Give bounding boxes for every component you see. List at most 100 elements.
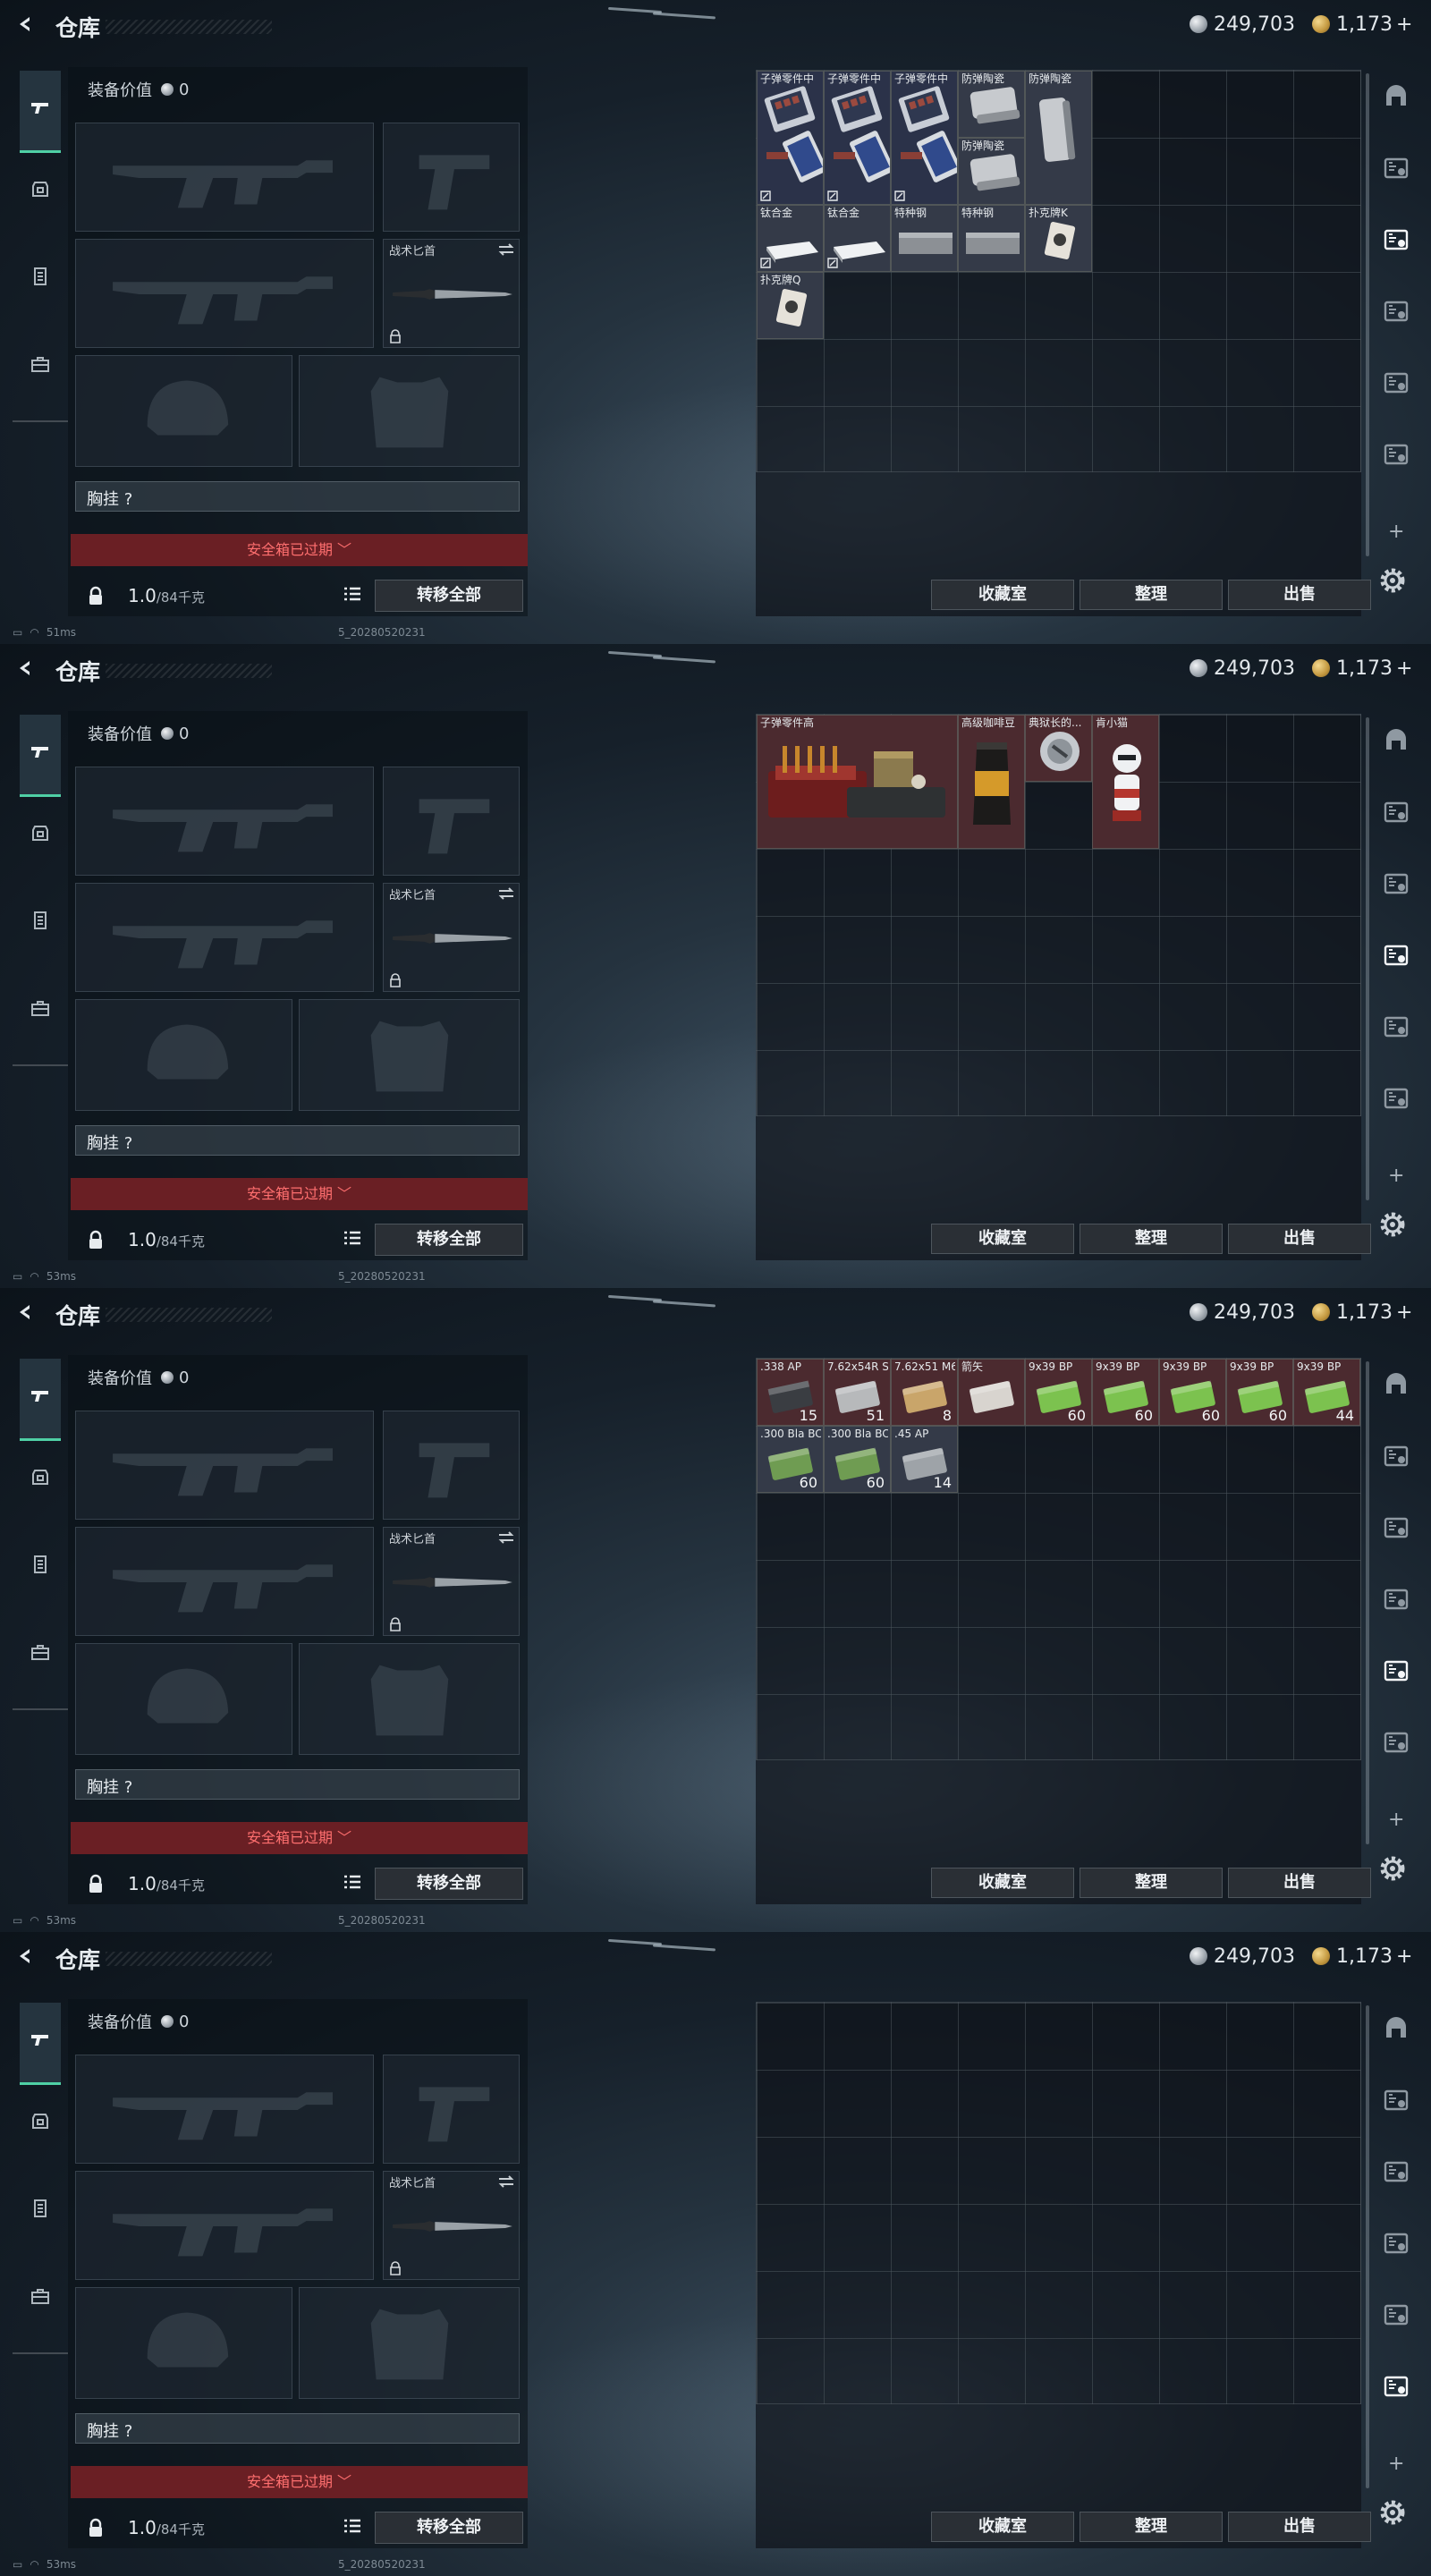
back-arrow-icon[interactable] [16,659,34,677]
stash-item[interactable]: 防弹陶瓷 [958,138,1025,205]
stash-item[interactable]: 扑克牌Q [757,272,824,339]
list-icon[interactable] [343,2517,362,2535]
secondary-weapon-slot[interactable] [75,239,374,348]
gear-icon[interactable] [1377,565,1408,596]
safe-box-expired-bar[interactable]: 安全箱已过期 ﹀ [71,1822,528,1854]
helmet-tab-icon[interactable] [1382,726,1410,755]
sell-button[interactable]: 出售 [1228,1868,1371,1898]
container-tab-3-icon[interactable] [1382,297,1410,326]
container-tab-2-icon[interactable] [1382,2157,1410,2186]
add-tab-icon[interactable]: + [1388,521,1404,543]
stash-grid[interactable] [756,2002,1361,2404]
transfer-all-button[interactable]: 转移全部 [375,580,523,612]
container-tab-1-icon[interactable] [1382,798,1410,826]
right-scroll-track[interactable] [1366,1361,1369,1844]
backpack-icon[interactable] [30,1466,51,1487]
sort-button[interactable]: 整理 [1080,1224,1223,1254]
folder-tab-icon[interactable] [1382,1013,1410,1041]
stash-item[interactable]: 防弹陶瓷 [1025,71,1092,205]
armor-slot[interactable] [299,2287,520,2399]
stash-item[interactable]: 9x39 BP 60 [1226,1359,1293,1426]
picture-tab-icon[interactable] [1382,1728,1410,1757]
transfer-all-button[interactable]: 转移全部 [375,2512,523,2544]
stash-item[interactable]: 防弹陶瓷 [958,71,1025,138]
stash-item[interactable]: 子弹零件高 [757,715,958,849]
gold-currency[interactable]: 1,173 + [1312,657,1412,680]
stash-item[interactable]: 7.62x51 M61 8 [891,1359,958,1426]
melee-slot[interactable]: 战术匕首 [383,883,520,992]
gold-currency[interactable]: 1,173 + [1312,13,1412,36]
secondary-weapon-slot[interactable] [75,2171,374,2280]
stash-item[interactable]: 典狱长的... [1025,715,1092,782]
chest-rig-icon[interactable] [30,910,51,931]
stash-grid[interactable]: 子弹零件中 子弹零件中 子弹零件中 防弹陶瓷 防弹陶瓷 防弹陶瓷 钛合金 钛合金 特种钢 特种钢扑… [756,70,1361,472]
safe-box-expired-bar[interactable]: 安全箱已过期 ﹀ [71,534,528,566]
gold-currency[interactable]: 1,173 + [1312,1301,1412,1324]
armor-slot[interactable] [299,999,520,1111]
add-gold-icon[interactable]: + [1396,1301,1412,1324]
container-tab-2-icon[interactable] [1382,1513,1410,1542]
add-tab-icon[interactable]: + [1388,2453,1404,2475]
stash-item[interactable]: 高级咖啡豆 [958,715,1025,849]
helmet-slot[interactable] [75,355,292,467]
stash-item[interactable]: 钛合金 [824,205,891,272]
armor-slot[interactable] [299,355,520,467]
stash-item[interactable]: .45 AP 14 [891,1426,958,1493]
primary-weapon-slot[interactable] [75,2055,374,2164]
chest-rig-bar[interactable]: 胸挂 ? [75,1125,520,1156]
safe-box-expired-bar[interactable]: 安全箱已过期 ﹀ [71,2466,528,2498]
sidearm-slot[interactable] [383,123,520,232]
picture-tab-icon[interactable] [1382,2372,1410,2401]
collection-room-button[interactable]: 收藏室 [931,1224,1074,1254]
chest-rig-bar[interactable]: 胸挂 ? [75,2413,520,2444]
folder-tab-icon[interactable] [1382,369,1410,397]
stash-item[interactable]: .338 AP 15 [757,1359,824,1426]
transfer-all-button[interactable]: 转移全部 [375,1868,523,1900]
sidearm-slot[interactable] [383,1411,520,1520]
list-icon[interactable] [343,585,362,603]
helmet-slot[interactable] [75,2287,292,2399]
stash-item[interactable]: 9x39 BP 44 [1293,1359,1360,1426]
gear-icon[interactable] [1377,2497,1408,2528]
chest-rig-bar[interactable]: 胸挂 ? [75,481,520,512]
picture-tab-icon[interactable] [1382,1084,1410,1113]
container-tab-3-icon[interactable] [1382,1585,1410,1614]
chest-rig-icon[interactable] [30,2198,51,2219]
list-icon[interactable] [343,1873,362,1891]
stash-item[interactable]: 扑克牌K [1025,205,1092,272]
briefcase-icon[interactable] [30,997,51,1019]
gear-icon[interactable] [1377,1853,1408,1884]
melee-slot[interactable]: 战术匕首 [383,2171,520,2280]
sort-button[interactable]: 整理 [1080,2512,1223,2542]
list-icon[interactable] [343,1229,362,1247]
pistol-icon[interactable] [30,1385,51,1407]
right-scroll-track[interactable] [1366,73,1369,556]
container-tab-3-icon[interactable] [1382,941,1410,970]
pistol-icon[interactable] [30,97,51,119]
backpack-icon[interactable] [30,178,51,199]
melee-slot[interactable]: 战术匕首 [383,1527,520,1636]
pistol-icon[interactable] [30,741,51,763]
right-scroll-track[interactable] [1366,2005,1369,2488]
primary-weapon-slot[interactable] [75,1411,374,1520]
stash-item[interactable]: 7.62x54R SN 51 [824,1359,891,1426]
stash-item[interactable]: 9x39 BP 60 [1025,1359,1092,1426]
helmet-tab-icon[interactable] [1382,2014,1410,2043]
chest-rig-icon[interactable] [30,266,51,287]
sell-button[interactable]: 出售 [1228,1224,1371,1254]
backpack-icon[interactable] [30,2110,51,2131]
collection-room-button[interactable]: 收藏室 [931,580,1074,610]
helmet-tab-icon[interactable] [1382,82,1410,111]
gold-currency[interactable]: 1,173 + [1312,1945,1412,1968]
back-arrow-icon[interactable] [16,15,34,33]
briefcase-icon[interactable] [30,1641,51,1663]
sidearm-slot[interactable] [383,2055,520,2164]
collection-room-button[interactable]: 收藏室 [931,1868,1074,1898]
container-tab-2-icon[interactable] [1382,869,1410,898]
add-tab-icon[interactable]: + [1388,1165,1404,1187]
primary-weapon-slot[interactable] [75,123,374,232]
right-scroll-track[interactable] [1366,717,1369,1200]
pistol-icon[interactable] [30,2029,51,2051]
helmet-slot[interactable] [75,999,292,1111]
container-tab-2-icon[interactable] [1382,225,1410,254]
